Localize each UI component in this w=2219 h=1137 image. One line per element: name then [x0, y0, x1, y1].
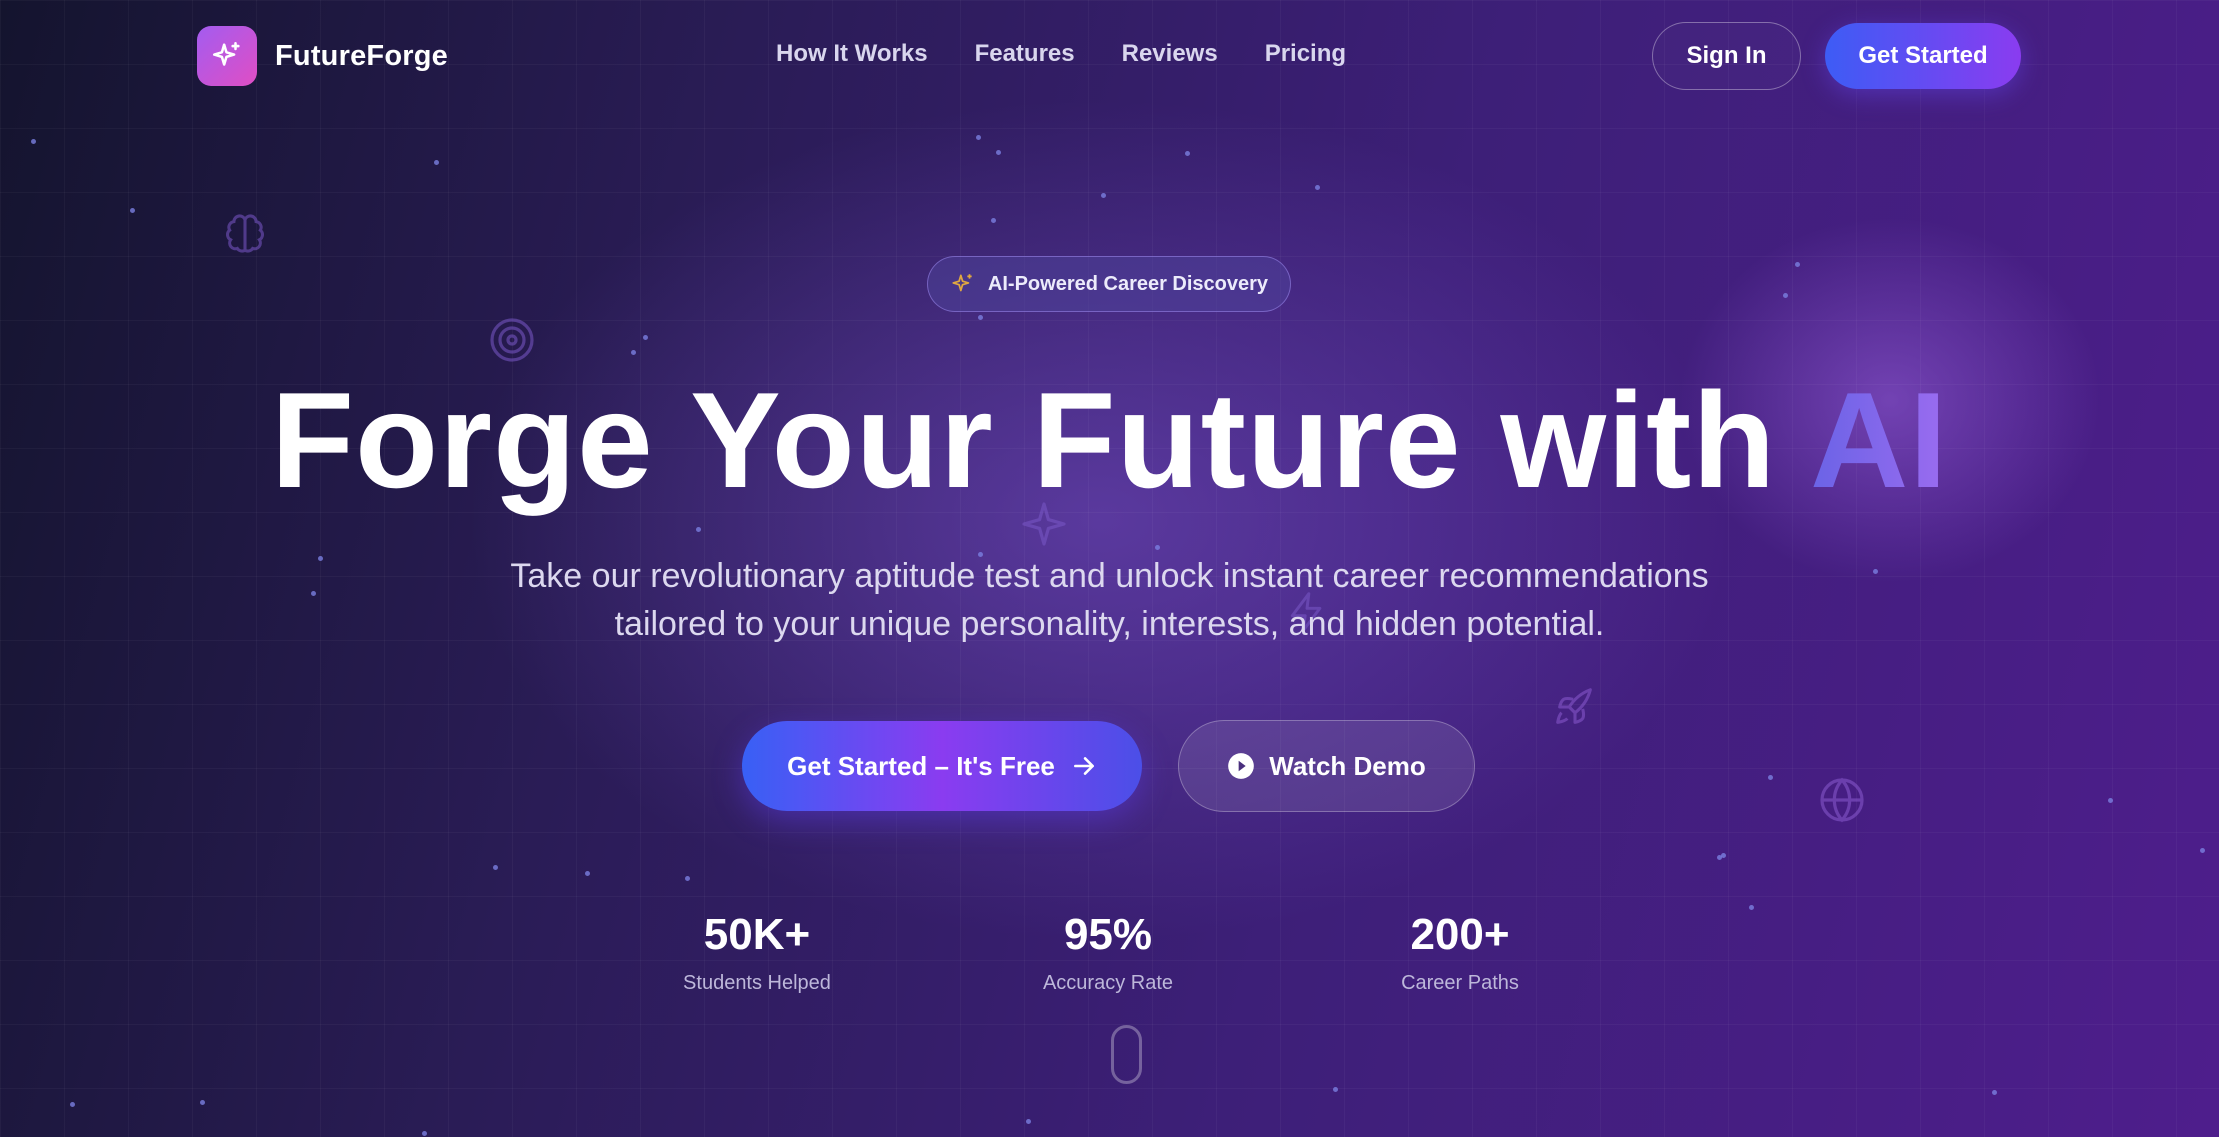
badge-label: AI-Powered Career Discovery — [987, 272, 1269, 295]
play-circle-icon — [1228, 753, 1255, 779]
top-navbar: FutureForge How It Works Features Review… — [0, 0, 2219, 116]
stat-students-helped: 50K+ Students Helped — [607, 910, 907, 995]
sparkles-icon — [197, 26, 257, 86]
stat-value: 200+ — [1410, 910, 1510, 959]
scroll-indicator[interactable] — [1111, 1025, 1142, 1084]
globe-icon — [1820, 777, 1864, 823]
stat-label: Career Paths — [1401, 972, 1519, 994]
brand-logo[interactable]: FutureForge — [197, 26, 448, 86]
cta-secondary-label: Watch Demo — [1269, 750, 1426, 781]
rocket-icon — [1556, 688, 1592, 724]
watch-demo-button[interactable]: Watch Demo — [1178, 720, 1475, 812]
nav-link-reviews[interactable]: Reviews — [1122, 40, 1218, 68]
stat-career-paths: 200+ Career Paths — [1310, 910, 1610, 995]
cta-primary-label: Get Started – It's Free — [787, 750, 1055, 781]
arrow-right-icon — [1073, 757, 1094, 775]
target-icon — [490, 318, 534, 362]
hero-badge: AI-Powered Career Discovery — [927, 256, 1291, 312]
nav-link-pricing[interactable]: Pricing — [1265, 40, 1346, 68]
sign-in-button[interactable]: Sign In — [1652, 22, 1801, 90]
nav-menu: How It Works Features Reviews Pricing — [776, 40, 1346, 68]
stat-label: Students Helped — [683, 972, 831, 994]
hero-title-accent: AI — [1810, 364, 1949, 516]
get-started-button[interactable]: Get Started — [1825, 23, 2021, 89]
nav-link-features[interactable]: Features — [975, 40, 1075, 68]
sparkle-icon — [952, 274, 972, 292]
hero-title: Forge Your Future with AI — [0, 364, 2219, 516]
brand-name: FutureForge — [275, 39, 448, 72]
get-started-free-button[interactable]: Get Started – It's Free — [742, 721, 1142, 811]
stat-accuracy-rate: 95% Accuracy Rate — [958, 910, 1258, 995]
stat-label: Accuracy Rate — [1042, 972, 1174, 994]
hero-subtitle-line-2: tailored to your unique personality, int… — [614, 605, 1605, 643]
stat-value: 95% — [1063, 910, 1153, 959]
nav-link-how-it-works[interactable]: How It Works — [776, 40, 928, 68]
hero-title-main: Forge Your Future with — [270, 364, 1811, 516]
brain-icon — [226, 214, 264, 253]
hero-subtitle-line-1: Take our revolutionary aptitude test and… — [510, 557, 1709, 595]
stat-value: 50K+ — [703, 910, 811, 959]
hero-subtitle: Take our revolutionary aptitude test and… — [0, 552, 2219, 648]
